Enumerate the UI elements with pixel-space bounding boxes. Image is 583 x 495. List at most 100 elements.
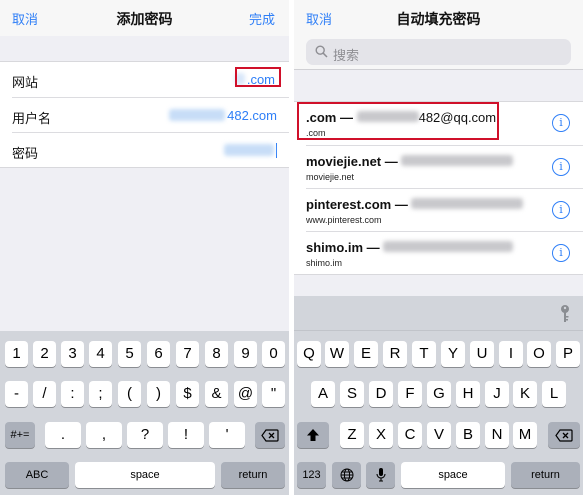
- key[interactable]: :: [61, 381, 84, 407]
- key[interactable]: .: [45, 422, 81, 448]
- highlight-box: [297, 102, 499, 140]
- autofill-password-screen: 取消 自动填充密码 搜索 .com — 482@qq.com .com i mo…: [294, 0, 583, 495]
- shift-icon: [307, 429, 319, 442]
- keyboard-accessory-bar: [294, 296, 583, 331]
- password-label: 密码: [12, 146, 39, 161]
- key[interactable]: S: [340, 381, 364, 407]
- numeric-keyboard: 1 2 3 4 5 6 7 8 9 0 - / : ; ( ) $ & @ " …: [0, 331, 289, 495]
- key[interactable]: R: [383, 341, 407, 367]
- key[interactable]: J: [485, 381, 509, 407]
- key[interactable]: @: [234, 381, 257, 407]
- key[interactable]: -: [5, 381, 28, 407]
- key[interactable]: V: [427, 422, 451, 448]
- key[interactable]: ,: [86, 422, 122, 448]
- info-icon[interactable]: i: [552, 158, 570, 176]
- key[interactable]: G: [427, 381, 451, 407]
- key[interactable]: I: [499, 341, 523, 367]
- key[interactable]: 5: [118, 341, 141, 367]
- abc-key[interactable]: ABC: [5, 462, 69, 488]
- key[interactable]: /: [33, 381, 56, 407]
- item-title: shimo.im —: [306, 240, 514, 255]
- list-item[interactable]: moviejie.net — moviejie.net i: [306, 145, 583, 188]
- backspace-key[interactable]: [255, 422, 285, 448]
- globe-key[interactable]: [332, 462, 361, 488]
- key[interactable]: W: [325, 341, 349, 367]
- microphone-key[interactable]: [366, 462, 395, 488]
- key[interactable]: F: [398, 381, 422, 407]
- key[interactable]: N: [485, 422, 509, 448]
- key[interactable]: U: [470, 341, 494, 367]
- key[interactable]: ?: [127, 422, 163, 448]
- search-placeholder: 搜索: [333, 48, 360, 63]
- numbers-key[interactable]: 123: [297, 462, 326, 488]
- page-title: 自动填充密码: [396, 11, 481, 27]
- key[interactable]: Q: [297, 341, 321, 367]
- space-key[interactable]: space: [75, 462, 215, 488]
- done-button[interactable]: 完成: [249, 9, 275, 28]
- key[interactable]: 4: [89, 341, 112, 367]
- key[interactable]: 3: [61, 341, 84, 367]
- key[interactable]: !: [168, 422, 204, 448]
- list-item[interactable]: shimo.im — shimo.im i: [306, 231, 583, 274]
- backspace-icon: [261, 428, 279, 442]
- key[interactable]: B: [456, 422, 480, 448]
- key[interactable]: H: [456, 381, 480, 407]
- info-icon[interactable]: i: [552, 114, 570, 132]
- key[interactable]: K: [513, 381, 537, 407]
- key[interactable]: 1: [5, 341, 28, 367]
- key[interactable]: 2: [33, 341, 56, 367]
- key[interactable]: Y: [441, 341, 465, 367]
- key[interactable]: E: [354, 341, 378, 367]
- item-subtitle: www.pinterest.com: [306, 215, 382, 225]
- key[interactable]: ;: [89, 381, 112, 407]
- key[interactable]: O: [527, 341, 551, 367]
- username-value: 482.com: [227, 108, 277, 123]
- key[interactable]: X: [369, 422, 393, 448]
- key[interactable]: M: [513, 422, 537, 448]
- symbols-key[interactable]: #+=: [5, 422, 35, 448]
- website-label: 网站: [12, 75, 39, 90]
- username-row[interactable]: 用户名 482.com: [12, 97, 289, 132]
- key[interactable]: D: [369, 381, 393, 407]
- key[interactable]: 9: [234, 341, 257, 367]
- key[interactable]: (: [118, 381, 141, 407]
- key[interactable]: $: [176, 381, 199, 407]
- item-title: moviejie.net —: [306, 154, 514, 169]
- key[interactable]: ': [209, 422, 245, 448]
- username-field[interactable]: 482.com: [169, 108, 277, 123]
- nav-bar: 取消 添加密码 完成: [0, 0, 289, 36]
- key[interactable]: 6: [147, 341, 170, 367]
- key[interactable]: &: [205, 381, 228, 407]
- shift-key[interactable]: [297, 422, 329, 448]
- add-password-screen: 取消 添加密码 完成 网站 .com 用户名 482.com 密码 1 2 3 …: [0, 0, 289, 495]
- key[interactable]: ): [147, 381, 170, 407]
- key[interactable]: A: [311, 381, 335, 407]
- key[interactable]: 8: [205, 341, 228, 367]
- info-icon[interactable]: i: [552, 244, 570, 262]
- qwerty-keyboard: Q W E R T Y U I O P A S D F G H J K L Z …: [294, 296, 583, 495]
- key[interactable]: 7: [176, 341, 199, 367]
- item-subtitle: moviejie.net: [306, 172, 355, 182]
- key[interactable]: P: [556, 341, 580, 367]
- search-input[interactable]: 搜索: [306, 39, 571, 65]
- item-subtitle: shimo.im: [306, 258, 343, 268]
- key-icon[interactable]: [559, 304, 571, 324]
- return-key[interactable]: return: [221, 462, 285, 488]
- backspace-key[interactable]: [548, 422, 580, 448]
- password-row[interactable]: 密码: [12, 132, 289, 167]
- return-key[interactable]: return: [511, 462, 580, 488]
- key[interactable]: C: [398, 422, 422, 448]
- backspace-icon: [555, 428, 573, 442]
- space-key[interactable]: space: [401, 462, 505, 488]
- highlight-box: [235, 67, 281, 87]
- key[interactable]: 0: [262, 341, 285, 367]
- list-item[interactable]: pinterest.com — www.pinterest.com i: [306, 188, 583, 231]
- key[interactable]: T: [412, 341, 436, 367]
- key[interactable]: Z: [340, 422, 364, 448]
- info-icon[interactable]: i: [552, 201, 570, 219]
- globe-icon: [340, 468, 353, 482]
- microphone-icon: [375, 468, 386, 482]
- key[interactable]: ": [262, 381, 285, 407]
- password-field[interactable]: [223, 143, 277, 158]
- key[interactable]: L: [542, 381, 566, 407]
